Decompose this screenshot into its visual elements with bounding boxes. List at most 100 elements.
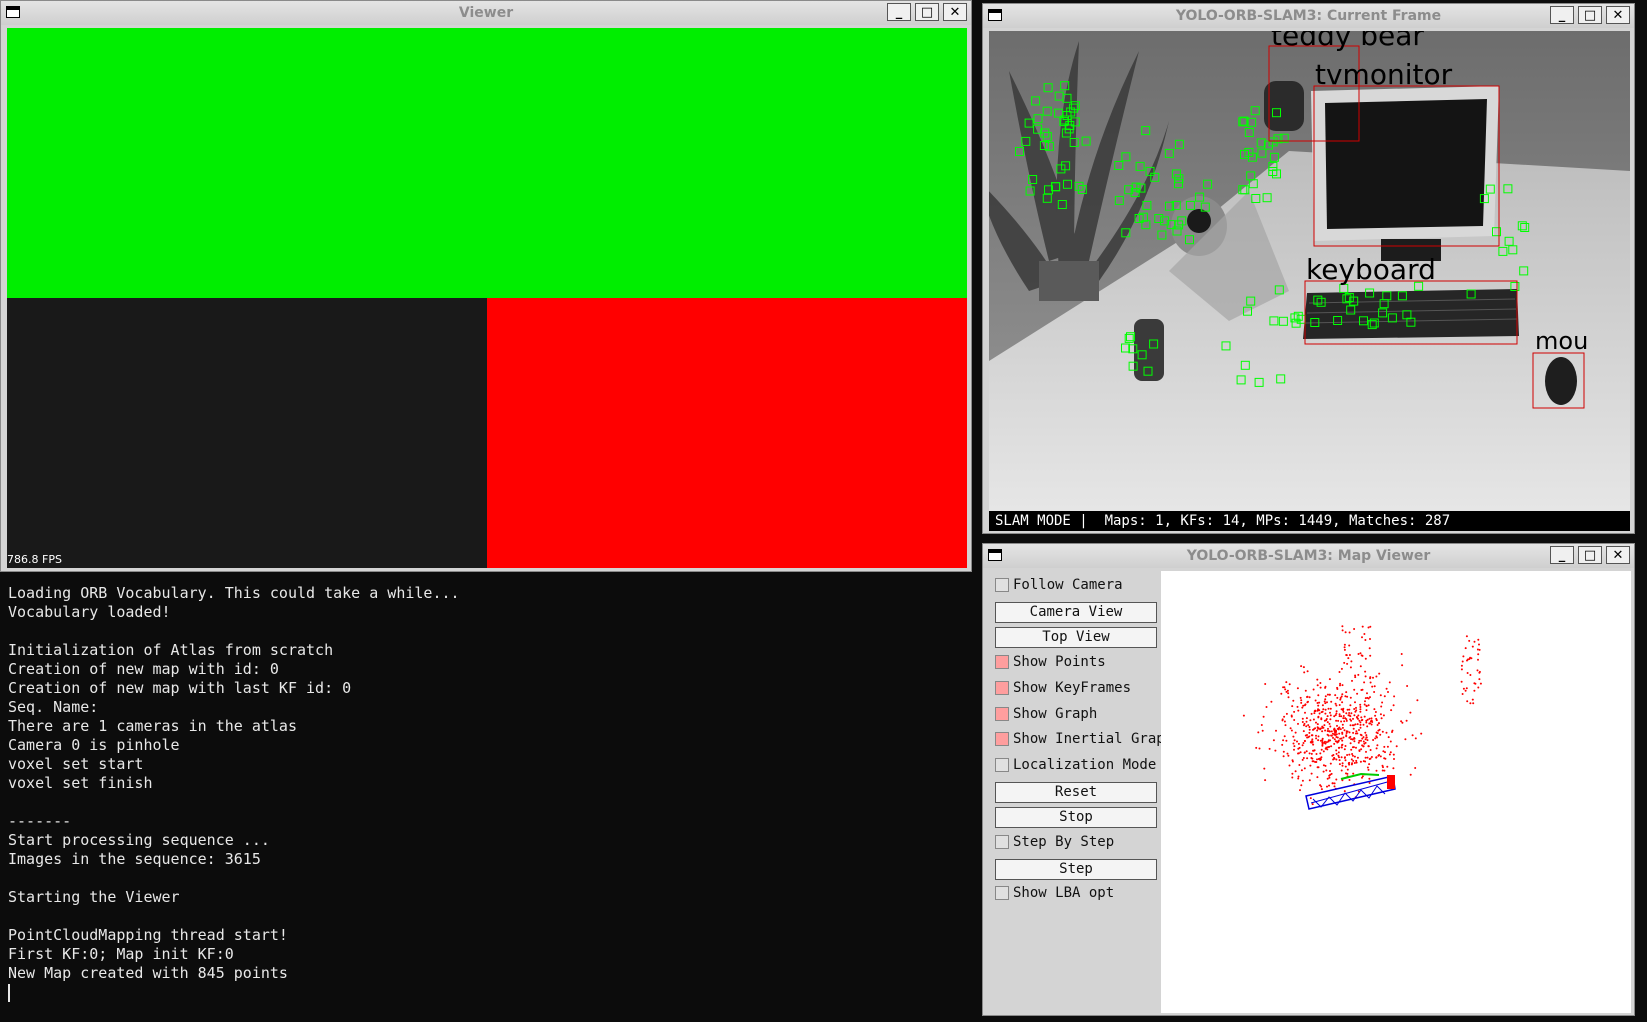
map-point	[1335, 749, 1338, 752]
map-point	[1478, 678, 1481, 681]
map-point	[1349, 715, 1352, 718]
map-point	[1343, 643, 1346, 646]
map-point	[1327, 739, 1330, 742]
window-menu-icon[interactable]	[988, 9, 1002, 21]
reset-button[interactable]: Reset	[995, 781, 1157, 803]
terminal-line: First KF:0; Map init KF:0	[8, 945, 234, 963]
step-by-step-checkbox-row[interactable]: Step By Step	[987, 832, 1161, 854]
map-point	[1369, 625, 1372, 628]
follow-camera-checkbox[interactable]	[995, 578, 1009, 592]
map-point	[1262, 715, 1265, 718]
map-point	[1319, 682, 1322, 684]
show-inertial-graph-checkbox-row[interactable]: Show Inertial Graph	[987, 729, 1173, 751]
map-point	[1341, 693, 1344, 696]
minimize-button[interactable]: _	[1550, 6, 1574, 24]
map-point	[1348, 736, 1351, 739]
map-point	[1389, 740, 1392, 743]
minimize-button[interactable]: _	[1550, 546, 1574, 564]
map-point	[1471, 645, 1474, 648]
map-point	[1347, 714, 1350, 717]
map-point	[1284, 724, 1287, 727]
terminal-prompt[interactable]	[0, 983, 975, 1002]
map-point	[1330, 745, 1333, 748]
terminal-output[interactable]: Loading ORB Vocabulary. This could take …	[0, 576, 975, 1022]
show-lba-opt-checkbox-row[interactable]: Show LBA opt	[987, 883, 1161, 905]
show-graph-checkbox-row[interactable]: Show Graph	[987, 704, 1161, 726]
map-point	[1349, 696, 1352, 699]
follow-camera-checkbox-row[interactable]: Follow Camera	[987, 575, 1161, 597]
map-point	[1343, 748, 1346, 751]
show-points-checkbox[interactable]	[995, 655, 1009, 670]
window-menu-icon[interactable]	[6, 6, 20, 18]
viewer-titlebar[interactable]: Viewer _ □ ✕	[1, 1, 971, 25]
map-canvas[interactable]	[1161, 571, 1631, 1013]
map-point	[1364, 697, 1367, 700]
map-point	[1377, 722, 1380, 725]
map-point	[1314, 761, 1317, 763]
map-point	[1414, 737, 1417, 740]
map-point	[1306, 701, 1309, 704]
map-point	[1368, 763, 1371, 766]
show-points-checkbox-row[interactable]: Show Points	[987, 652, 1161, 674]
map-point	[1338, 759, 1341, 762]
map-point	[1367, 745, 1370, 748]
map-point	[1331, 782, 1334, 785]
map-point	[1366, 718, 1369, 721]
localization-mode-checkbox-row[interactable]: Localization Mode	[987, 755, 1161, 777]
step-by-step-checkbox[interactable]	[995, 835, 1009, 849]
map-point	[1302, 730, 1305, 733]
show-keyframes-checkbox-row[interactable]: Show KeyFrames	[987, 678, 1161, 700]
top-view-button[interactable]: Top View	[995, 627, 1157, 649]
stop-button[interactable]: Stop	[995, 807, 1157, 829]
map-point	[1322, 770, 1325, 773]
map-point	[1335, 710, 1338, 713]
map-point	[1317, 716, 1320, 719]
map-point	[1374, 737, 1377, 740]
map-point	[1340, 737, 1343, 740]
map-point	[1359, 721, 1362, 724]
map-point	[1286, 689, 1289, 692]
detection-label-keyboard: keyboard	[1306, 253, 1436, 286]
map-point	[1297, 742, 1300, 745]
map-point	[1327, 707, 1330, 710]
close-button[interactable]: ✕	[1606, 546, 1630, 564]
map-point	[1358, 739, 1361, 742]
map-point	[1401, 721, 1404, 724]
maximize-button[interactable]: □	[1578, 6, 1602, 24]
map-point	[1301, 744, 1304, 747]
map-viewer-titlebar[interactable]: YOLO-ORB-SLAM3: Map Viewer _ □ ✕	[983, 544, 1634, 568]
map-point	[1302, 742, 1305, 744]
show-keyframes-checkbox[interactable]	[995, 680, 1009, 695]
map-point	[1357, 673, 1360, 676]
map-point	[1312, 728, 1315, 731]
map-point	[1387, 736, 1390, 739]
map-point	[1299, 696, 1302, 699]
map-point	[1409, 773, 1412, 776]
show-lba-opt-checkbox[interactable]	[995, 886, 1009, 901]
map-point	[1373, 691, 1376, 693]
window-menu-icon[interactable]	[988, 549, 1002, 561]
map-point	[1462, 687, 1465, 690]
map-point	[1340, 756, 1343, 759]
map-point	[1395, 745, 1398, 748]
camera-view-button[interactable]: Camera View	[995, 601, 1157, 623]
map-point	[1315, 753, 1318, 755]
minimize-button[interactable]: _	[887, 3, 911, 21]
current-frame-titlebar[interactable]: YOLO-ORB-SLAM3: Current Frame _ □ ✕	[983, 4, 1634, 28]
map-point	[1466, 700, 1469, 703]
step-button[interactable]: Step	[995, 858, 1157, 880]
maximize-button[interactable]: □	[915, 3, 939, 21]
localization-mode-checkbox[interactable]	[995, 757, 1009, 772]
show-inertial-graph-checkbox[interactable]	[995, 732, 1009, 747]
close-button[interactable]: ✕	[943, 3, 967, 21]
maximize-button[interactable]: □	[1578, 546, 1602, 564]
viewer-canvas[interactable]: 786.8 FPS	[7, 28, 967, 568]
close-button[interactable]: ✕	[1606, 6, 1630, 24]
map-point	[1326, 785, 1328, 788]
map-point	[1349, 666, 1352, 669]
camera-frame: teddy bear tvmonitor keyboard mou SLAM M…	[989, 31, 1630, 531]
map-point	[1367, 697, 1370, 700]
show-graph-checkbox[interactable]	[995, 706, 1009, 721]
map-point	[1333, 742, 1336, 745]
terminal-line: Camera 0 is pinhole	[8, 736, 180, 754]
